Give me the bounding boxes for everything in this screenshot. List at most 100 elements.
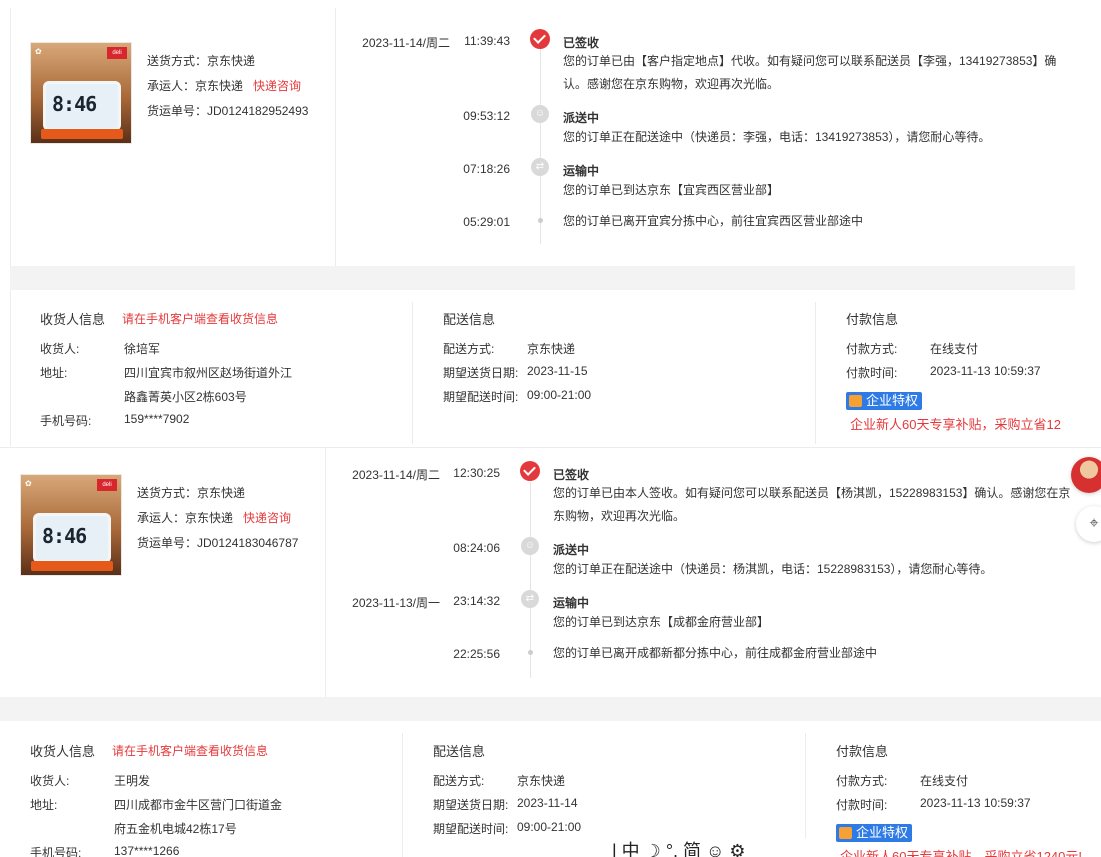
timeline-status: 运输中	[553, 596, 590, 610]
enterprise-badge[interactable]: 企业特权	[846, 392, 923, 410]
signed-check-icon	[530, 29, 550, 49]
receiver-name: 徐培军	[124, 342, 161, 356]
label: 付款方式:	[846, 342, 898, 356]
timeline-time: 22:25:56	[453, 647, 500, 661]
payment-title: 付款信息	[836, 744, 889, 759]
payment-time: 2023-11-13 10:59:37	[930, 364, 1041, 378]
label: 期望送货日期:	[433, 798, 509, 812]
product-banner	[31, 561, 113, 571]
label: 配送方式:	[433, 774, 485, 788]
receiver-view-link[interactable]: 请在手机客户端查看收货信息	[122, 310, 278, 327]
divider	[402, 733, 403, 857]
timeline-time: 07:18:26	[463, 162, 510, 176]
product-thumbnail[interactable]: ✿ deli 8:46	[30, 42, 132, 144]
enterprise-promo-link[interactable]: 企业新人60天专享补贴，采购立省12	[850, 414, 1075, 433]
signed-check-icon	[520, 461, 540, 481]
receiver-view-link[interactable]: 请在手机客户端查看收货信息	[112, 742, 268, 759]
timeline-time: 11:39:43	[464, 34, 510, 48]
clock-image: 8:46	[43, 81, 121, 131]
transport-icon: ⇄	[521, 590, 539, 608]
delivery-title: 配送信息	[443, 312, 496, 327]
courier-consult-link[interactable]: 快递咨询	[253, 79, 301, 93]
label: 期望配送时间:	[433, 822, 509, 836]
receiver-phone: 137****1266	[114, 844, 180, 857]
clock-image: 8:46	[33, 513, 111, 563]
payment-time: 2023-11-13 10:59:37	[920, 796, 1031, 810]
timeline-time: 08:24:06	[453, 541, 500, 555]
timeline-time: 05:29:01	[463, 215, 510, 229]
courier-consult-link[interactable]: 快递咨询	[243, 511, 291, 525]
label: 地址:	[40, 366, 68, 380]
receiver-address: 府五金机电城42栋17号	[114, 822, 237, 836]
label: 收货人:	[40, 342, 80, 356]
timeline-line	[540, 48, 541, 244]
divider	[325, 447, 326, 697]
label: 承运人：	[137, 511, 186, 525]
brand-mark-icon: ✿	[25, 479, 32, 488]
badge-label: 企业特权	[856, 825, 909, 840]
brand-mark-icon: ✿	[35, 47, 42, 56]
product-thumbnail[interactable]: ✿ deli 8:46	[20, 474, 122, 576]
receiver-phone: 159****7902	[124, 412, 190, 426]
receiver-title: 收货人信息	[40, 312, 106, 327]
delivery-method: 京东快递	[517, 774, 566, 788]
timeline-status: 已签收	[553, 468, 590, 482]
timeline-time: 12:30:25	[453, 466, 500, 480]
timeline-desc: 您的订单已离开成都新都分拣中心，前往成都金府营业部途中	[553, 646, 878, 660]
divider	[815, 302, 816, 444]
divider	[412, 302, 413, 444]
enterprise-badge[interactable]: 企业特权	[836, 824, 913, 842]
label: 期望送货日期:	[443, 366, 519, 380]
receiver-title: 收货人信息	[30, 744, 96, 759]
enterprise-promo-link[interactable]: 企业新人60天专享补贴，采购立省1240元!	[840, 846, 1101, 857]
timeline-desc: 您的订单正在配送途中（快递员：李强，电话：13419273853），请您耐心等待…	[563, 130, 991, 144]
label: 手机号码:	[40, 414, 92, 428]
courier-icon: ☺	[521, 537, 539, 555]
courier-icon: ☺	[531, 105, 549, 123]
label: 货运单号：	[137, 536, 198, 550]
timeline-time: 23:14:32	[453, 594, 500, 608]
delivery-date: 2023-11-14	[517, 796, 578, 810]
timeline-desc: 您的订单已到达京东【宜宾西区营业部】	[563, 183, 780, 197]
shipping-method: 京东快递	[207, 54, 256, 68]
timeline-date: 2023-11-13/周一	[352, 596, 440, 610]
timeline-dot	[538, 218, 543, 223]
label: 配送方式:	[443, 342, 495, 356]
label: 地址:	[30, 798, 58, 812]
timeline-desc: 您的订单正在配送途中（快递员：杨淇凯，电话：15228983153），请您耐心等…	[553, 562, 993, 576]
ime-toolbar[interactable]: | 中 ☽ °, 简 ☺ ⚙	[612, 838, 822, 857]
gift-icon	[839, 827, 852, 839]
delivery-date: 2023-11-15	[527, 364, 588, 378]
delivery-method: 京东快递	[527, 342, 576, 356]
label: 收货人:	[30, 774, 70, 788]
label: 手机号码:	[30, 846, 82, 857]
transport-icon: ⇄	[531, 158, 549, 176]
payment-title: 付款信息	[846, 312, 899, 327]
shipping-info: 送货方式：京东快递 承运人：京东快递 快递咨询 货运单号：JD012418304…	[137, 481, 298, 556]
carrier: 京东快递	[185, 511, 234, 525]
timeline-status: 运输中	[563, 164, 600, 178]
payment-method: 在线支付	[930, 342, 979, 356]
label: 付款方式:	[836, 774, 888, 788]
receiver-address: 四川宜宾市叙州区赵场街道外江	[124, 366, 293, 380]
waybill-number: JD0124183046787	[197, 536, 299, 550]
timeline-desc: 您的订单已离开宜宾分拣中心，前往宜宾西区营业部途中	[563, 214, 864, 228]
timeline-date: 2023-11-14/周二	[352, 468, 440, 482]
payment-method: 在线支付	[920, 774, 969, 788]
timeline-status: 派送中	[563, 111, 600, 125]
avatar[interactable]	[1071, 457, 1101, 493]
timeline-status: 已签收	[563, 36, 600, 50]
label: 期望配送时间:	[443, 390, 519, 404]
timeline-date: 2023-11-14/周二	[362, 36, 450, 50]
carrier: 京东快递	[195, 79, 244, 93]
shipping-method: 京东快递	[197, 486, 246, 500]
timeline-desc: 您的订单已由本人签收。如有疑问您可以联系配送员【杨淇凯，15228983153】…	[553, 486, 1071, 523]
label: 送货方式：	[147, 54, 208, 68]
receiver-address: 路鑫菁英小区2栋603号	[124, 390, 247, 404]
timeline-desc: 您的订单已由【客户指定地点】代收。如有疑问您可以联系配送员【李强，1341927…	[563, 54, 1057, 91]
timeline-time: 09:53:12	[463, 109, 510, 123]
badge-label: 企业特权	[866, 393, 919, 408]
label: 送货方式：	[137, 486, 198, 500]
timeline-status: 派送中	[553, 543, 590, 557]
waybill-number: JD0124182952493	[207, 104, 309, 118]
